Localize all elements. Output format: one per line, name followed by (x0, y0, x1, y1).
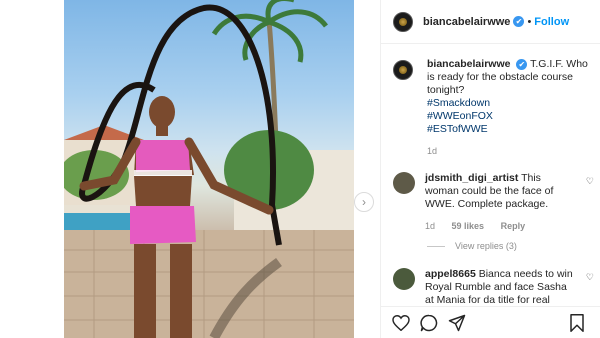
chevron-right-icon: › (362, 195, 366, 209)
verified-badge-icon: ✔ (516, 58, 528, 70)
comment-meta: 1d 59 likes Reply (425, 220, 575, 233)
photo-illustration (64, 0, 354, 338)
author-avatar[interactable] (393, 11, 413, 32)
commenter-avatar[interactable] (393, 268, 415, 290)
verified-badge-icon: ✔ (513, 16, 525, 27)
view-replies-toggle[interactable]: View replies (3) (427, 241, 517, 251)
caption-avatar[interactable] (393, 60, 413, 80)
next-photo-button[interactable]: › (354, 192, 374, 212)
comment-likes[interactable]: 59 likes (452, 221, 485, 231)
replies-divider (427, 245, 445, 247)
comment-item: appel8665 Bianca needs to win Royal Rumb… (393, 268, 598, 307)
comment-like-heart-icon[interactable]: ♡ (586, 272, 594, 283)
share-icon[interactable] (447, 313, 467, 333)
commenter-username[interactable]: jdsmith_digi_artist (425, 172, 518, 184)
follow-button[interactable]: Follow (534, 16, 569, 28)
comment-item: jdsmith_digi_artist This woman could be … (393, 172, 598, 233)
comment-timestamp[interactable]: 1d (425, 221, 435, 231)
reply-button[interactable]: Reply (501, 221, 526, 231)
separator-dot: • (527, 15, 532, 28)
hashtag-link[interactable]: #ESTofWWE (427, 123, 593, 136)
commenter-avatar[interactable] (393, 172, 415, 194)
bookmark-icon[interactable] (567, 313, 587, 333)
commenter-username[interactable]: appel8665 (425, 268, 476, 280)
caption-username[interactable]: biancabelairwwe (427, 58, 510, 70)
post-action-bar (381, 306, 600, 338)
post-side-panel: biancabelairwwe ✔ • Follow biancabelairw… (380, 0, 600, 338)
post-caption: biancabelairwwe ✔ T.G.I.F. Who is ready … (393, 58, 593, 158)
caption-timestamp[interactable]: 1d (427, 145, 593, 158)
view-replies-label: View replies (3) (455, 241, 517, 251)
post-photo[interactable] (64, 0, 354, 338)
comment-like-heart-icon[interactable]: ♡ (586, 176, 594, 187)
post-header: biancabelairwwe ✔ • Follow (381, 0, 600, 44)
comment-icon[interactable] (419, 313, 439, 333)
hashtag-link[interactable]: #Smackdown (427, 97, 593, 110)
hashtag-link[interactable]: #WWEonFOX (427, 110, 593, 123)
instagram-post-window: › biancabelairwwe ✔ • Follow biancabelai… (0, 0, 600, 338)
heart-icon[interactable] (391, 313, 411, 333)
author-username[interactable]: biancabelairwwe (423, 16, 510, 28)
